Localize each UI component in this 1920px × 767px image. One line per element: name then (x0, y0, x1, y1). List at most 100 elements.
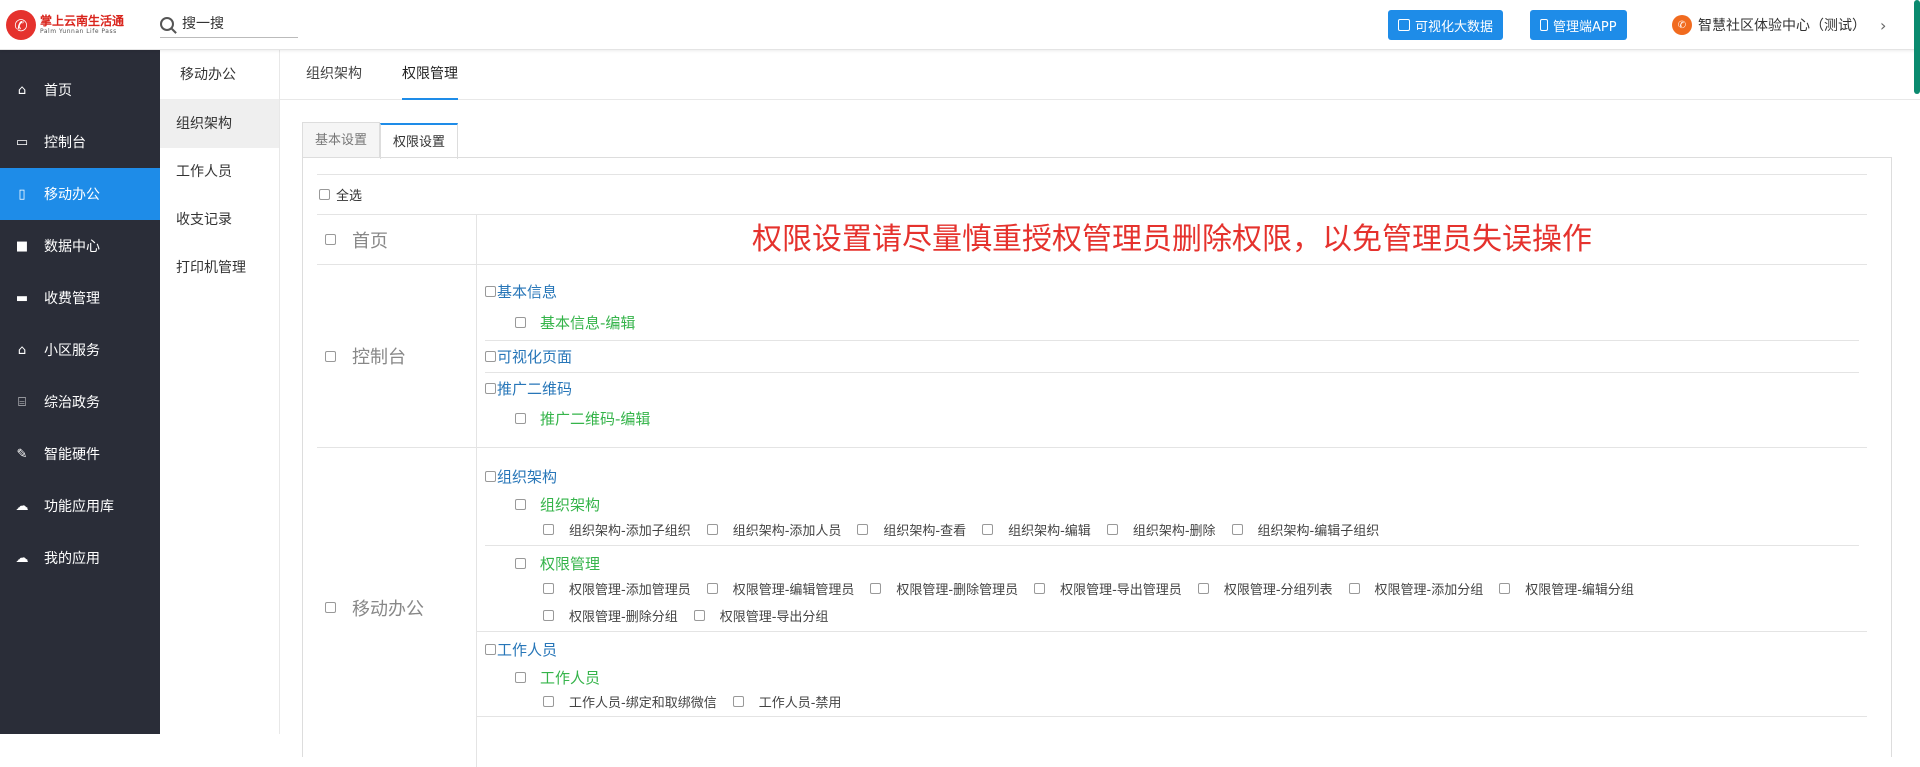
home-icon: ⌂ (17, 82, 27, 98)
perm-item[interactable]: 工作人员 (515, 667, 600, 688)
checkbox[interactable] (706, 524, 718, 535)
checkbox[interactable] (485, 644, 496, 655)
perm-option[interactable]: 权限管理-分组列表 (1197, 579, 1333, 598)
user-name: 智慧社区体验中心（测试） (1698, 18, 1866, 34)
perm-option[interactable]: 权限管理-编辑分组 (1499, 579, 1634, 598)
checkbox[interactable] (543, 610, 554, 621)
perm-list: 组织架构-添加子组织 组织架构-添加人员 组织架构-查看 组织架构-编辑 组织架… (543, 520, 1395, 539)
perm-option[interactable]: 组织架构-删除 (1106, 520, 1216, 539)
perm-group[interactable]: 组织架构 (485, 466, 557, 487)
logo-title: 掌上云南生活通 (40, 14, 125, 28)
perm-option[interactable]: 权限管理-删除分组 (543, 606, 678, 625)
logo[interactable]: ✆ 掌上云南生活通 Palm Yunnan Life Pass (6, 9, 156, 41)
sidebar-item-community[interactable]: ⌂ 小区服务 (0, 324, 160, 376)
checkbox[interactable] (543, 524, 554, 535)
checkbox[interactable] (485, 286, 496, 297)
perm-option[interactable]: 权限管理-删除管理员 (870, 579, 1018, 598)
tab-permission-settings[interactable]: 权限设置 (380, 123, 459, 159)
sidebar-item-billing[interactable]: ▬ 收费管理 (0, 272, 160, 324)
checkbox[interactable] (1034, 583, 1046, 594)
checkbox[interactable] (515, 672, 526, 683)
admin-app-button[interactable]: 管理端APP (1530, 10, 1627, 40)
checkbox[interactable] (732, 696, 744, 707)
checkbox[interactable] (982, 524, 994, 535)
home-checkbox[interactable] (325, 234, 336, 245)
sidebar-item-mobile-office[interactable]: ▯ 移动办公 (0, 168, 160, 220)
perm-row-home: 首页 权限设置请尽量慎重授权管理员删除权限，以免管理员失误操作 (317, 214, 1867, 264)
perm-list: 权限管理-添加管理员 权限管理-编辑管理员 权限管理-删除管理员 权限管理-导出… (543, 579, 1743, 625)
perm-option[interactable]: 组织架构-编辑 (982, 520, 1091, 539)
checkbox[interactable] (485, 383, 496, 394)
checkbox[interactable] (515, 499, 526, 510)
perm-option[interactable]: 权限管理-添加管理员 (543, 579, 691, 598)
bank-icon: ⌸ (18, 394, 26, 410)
checkbox[interactable] (543, 583, 554, 594)
subnav-item-printer[interactable]: 打印机管理 (160, 244, 279, 292)
checkbox[interactable] (515, 413, 526, 424)
checkbox[interactable] (870, 583, 882, 594)
checkbox[interactable] (1106, 524, 1118, 535)
checkbox[interactable] (1231, 524, 1243, 535)
tab-basic-settings[interactable]: 基本设置 (302, 122, 381, 158)
bigdata-button[interactable]: 可视化大数据 (1388, 10, 1504, 40)
checkbox[interactable] (857, 524, 869, 535)
sidebar-item-data-center[interactable]: ■ 数据中心 (0, 220, 160, 272)
row-label: 控制台 (352, 347, 406, 368)
checkbox[interactable] (515, 558, 526, 569)
credit-card-icon: ▬ (15, 290, 29, 306)
subnav-title: 移动办公 (160, 50, 279, 100)
checkbox[interactable] (693, 610, 705, 621)
sidebar-item-my-apps[interactable]: ☁ 我的应用 (0, 532, 160, 584)
subnav-item-finance[interactable]: 收支记录 (160, 196, 279, 244)
perm-group[interactable]: 基本信息 (485, 281, 557, 302)
perm-item[interactable]: 基本信息-编辑 (515, 312, 635, 333)
permission-panel: 全选 首页 权限设置请尽量慎重授权管理员删除权限，以免管理员失误操作 控制台 基… (302, 157, 1892, 767)
perm-option[interactable]: 工作人员-绑定和取绑微信 (543, 692, 717, 711)
top-tabs: 组织架构 权限管理 (280, 50, 1920, 100)
scrollbar-thumb[interactable] (1914, 0, 1920, 94)
mobile-office-checkbox[interactable] (325, 602, 336, 613)
console-checkbox[interactable] (325, 350, 336, 362)
sidebar-item-hardware[interactable]: ✎ 智能硬件 (0, 428, 160, 480)
user-menu[interactable]: ✆ 智慧社区体验中心（测试） › (1672, 10, 1886, 40)
perm-option[interactable]: 权限管理-导出管理员 (1034, 579, 1182, 598)
sidebar-item-app-library[interactable]: ☁ 功能应用库 (0, 480, 160, 532)
perm-group[interactable]: 推广二维码 (485, 378, 572, 399)
sidebar-item-console[interactable]: ▭ 控制台 (0, 116, 160, 168)
perm-option[interactable]: 权限管理-添加分组 (1348, 579, 1483, 598)
perm-option[interactable]: 组织架构-添加人员 (706, 520, 841, 539)
perm-group[interactable]: 可视化页面 (485, 346, 572, 367)
perm-item[interactable]: 权限管理 (515, 553, 600, 574)
perm-row-console: 控制台 基本信息 基本信息-编辑 可视化页面 推广二维码 推广二维码-编辑 (317, 264, 1867, 447)
search-input[interactable] (182, 15, 282, 32)
sidebar-item-governance[interactable]: ⌸ 综治政务 (0, 376, 160, 428)
checkbox[interactable] (515, 317, 526, 328)
perm-item[interactable]: 组织架构 (515, 494, 600, 515)
perm-option[interactable]: 权限管理-编辑管理员 (706, 579, 854, 598)
briefcase-icon: ■ (15, 238, 29, 254)
perm-option[interactable]: 权限管理-导出分组 (693, 606, 828, 625)
sidebar-item-home[interactable]: ⌂ 首页 (0, 64, 160, 116)
perm-group[interactable]: 工作人员 (485, 639, 557, 660)
subnav-item-staff[interactable]: 工作人员 (160, 148, 279, 196)
perm-option[interactable]: 工作人员-禁用 (732, 692, 841, 711)
checkbox[interactable] (485, 471, 496, 482)
subnav-item-org[interactable]: 组织架构 (160, 100, 279, 148)
checkbox[interactable] (1197, 583, 1209, 594)
perm-option[interactable]: 组织架构-查看 (857, 520, 966, 539)
checkbox[interactable] (543, 696, 554, 707)
checkbox[interactable] (1348, 583, 1360, 594)
checkbox[interactable] (1499, 583, 1511, 594)
top-bar: ✆ 掌上云南生活通 Palm Yunnan Life Pass 可视化大数据 管… (0, 0, 1920, 50)
perm-option[interactable]: 组织架构-添加子组织 (543, 520, 691, 539)
tab-permissions[interactable]: 权限管理 (402, 50, 458, 100)
row-label: 移动办公 (352, 598, 424, 620)
search-icon[interactable] (160, 16, 174, 31)
logo-subtitle: Palm Yunnan Life Pass (40, 28, 117, 35)
tab-org[interactable]: 组织架构 (306, 50, 362, 100)
checkbox[interactable] (485, 351, 496, 362)
perm-item[interactable]: 推广二维码-编辑 (515, 408, 650, 429)
checkbox[interactable] (706, 583, 718, 594)
perm-option[interactable]: 组织架构-编辑子组织 (1231, 520, 1379, 539)
select-all-checkbox[interactable] (319, 189, 330, 200)
